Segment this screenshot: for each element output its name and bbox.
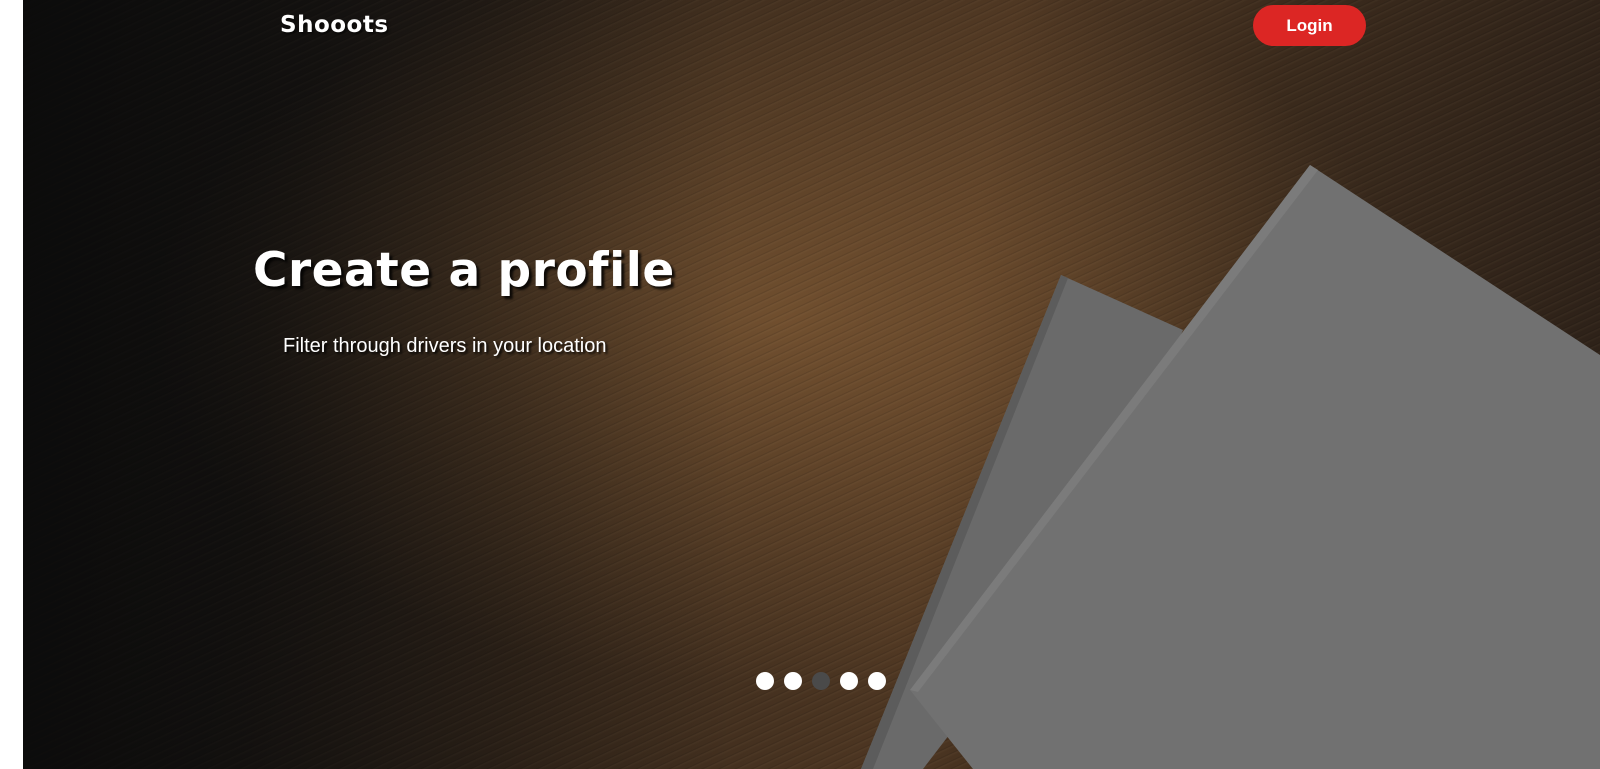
brand-logo[interactable]: Shooots xyxy=(280,12,389,38)
carousel-dot-4[interactable] xyxy=(840,672,858,690)
carousel-dot-1[interactable] xyxy=(756,672,774,690)
hero-title: Create a profile xyxy=(253,243,675,298)
carousel-dot-5[interactable] xyxy=(868,672,886,690)
carousel-dot-3[interactable] xyxy=(812,672,830,690)
paper-sheets-image xyxy=(861,165,1600,769)
carousel-dot-2[interactable] xyxy=(784,672,802,690)
login-button[interactable]: Login xyxy=(1253,5,1366,46)
hero-subtitle: Filter through drivers in your location xyxy=(283,335,607,357)
landing-page: Shooots Login Create a profile Filter th… xyxy=(0,0,1600,769)
carousel-indicators xyxy=(756,672,886,690)
hero-banner xyxy=(23,0,1600,769)
